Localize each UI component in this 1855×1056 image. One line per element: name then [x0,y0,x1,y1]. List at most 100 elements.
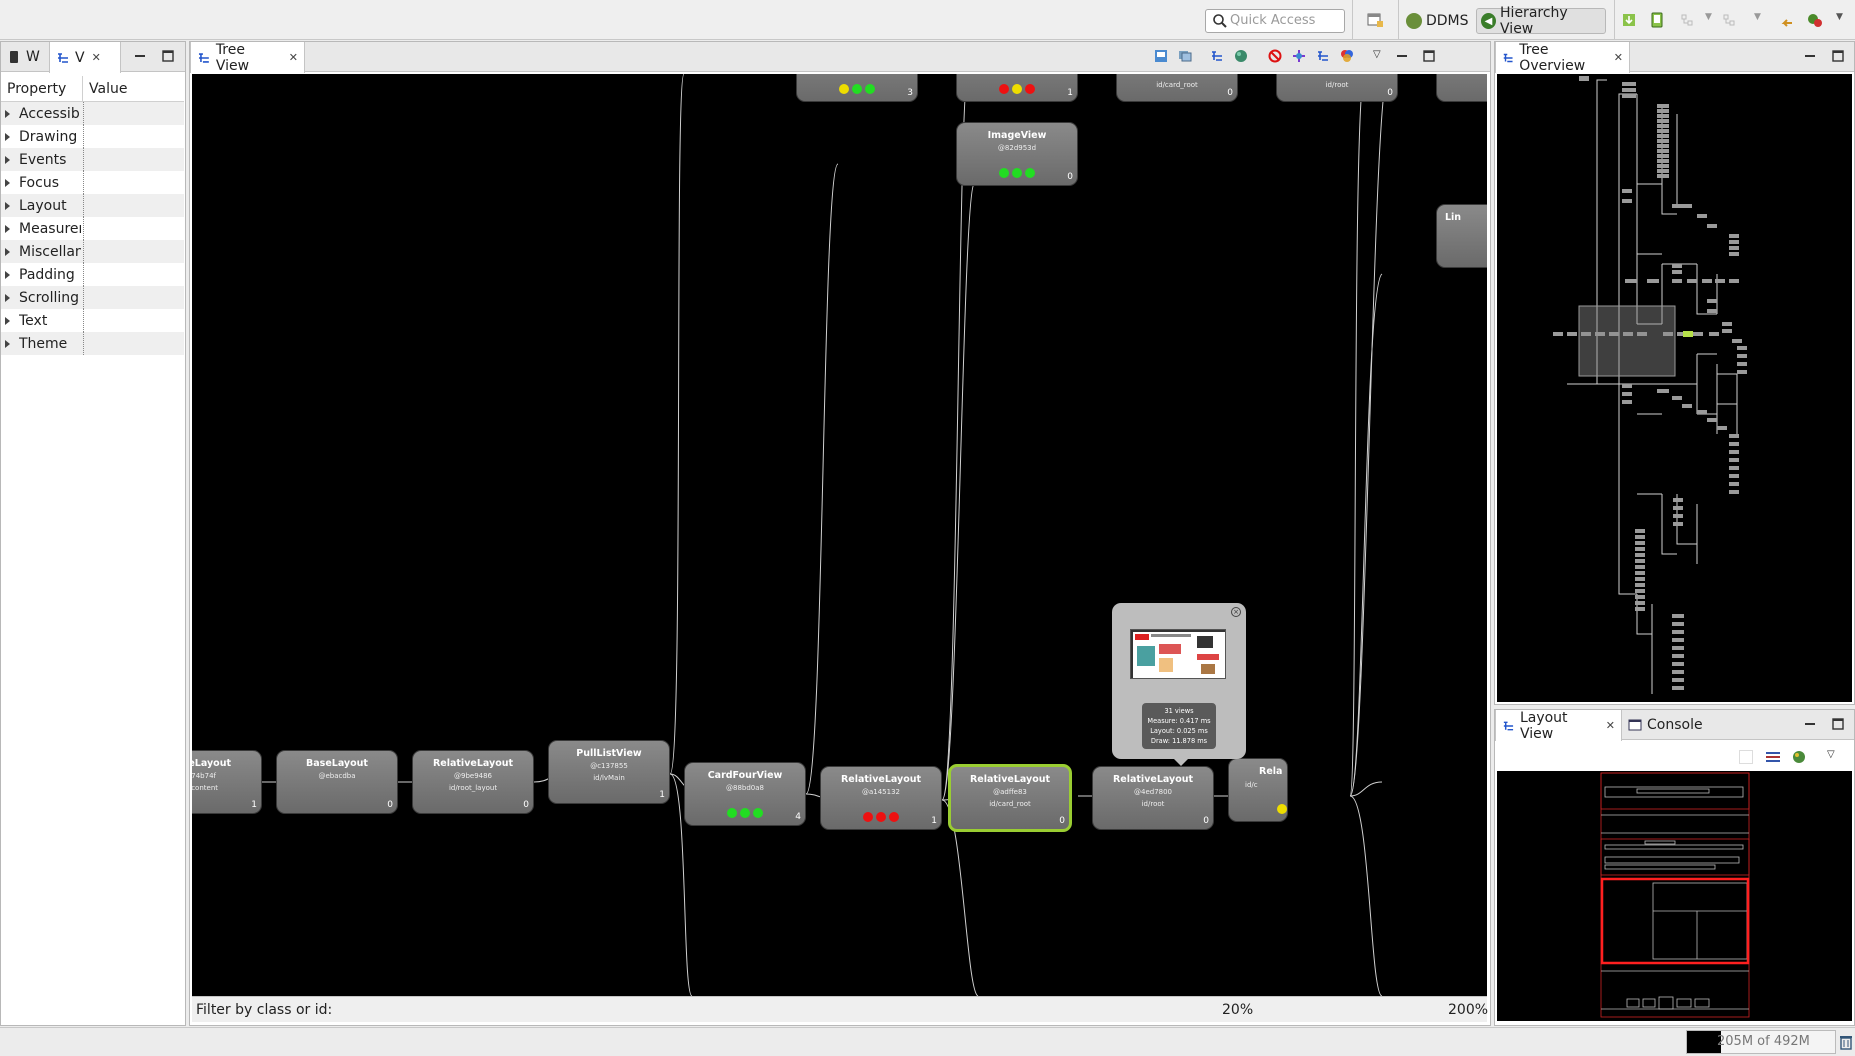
tree-node-partial[interactable]: id/root 0 [1276,74,1398,102]
tree-node-partial[interactable]: id/card_root 0 [1116,74,1238,102]
property-group-row[interactable]: Theme [1,332,184,355]
close-icon[interactable]: ✕ [1606,719,1615,732]
white-background-icon[interactable] [1739,750,1753,764]
tree-icon[interactable] [1210,49,1224,63]
node-child-count: 0 [1227,88,1233,98]
tree-node-relativelayout[interactable]: RelativeLayout @4ed7800 id/root 0 [1092,766,1214,830]
close-icon[interactable]: ✕ [289,51,298,64]
property-column-header[interactable]: Property [1,76,83,101]
perspective-ddms[interactable]: DDMS [1402,8,1475,34]
chevron-down-icon[interactable]: ▼ [1836,12,1843,22]
layout-view-canvas[interactable] [1497,771,1852,1021]
maximize-icon[interactable] [1831,49,1845,63]
expand-icon[interactable] [5,155,10,164]
close-icon[interactable]: ✕ [1614,51,1623,64]
chevron-down-icon[interactable]: ▼ [1705,12,1712,22]
expand-icon[interactable] [5,201,10,210]
tree-action-2-icon[interactable] [1720,11,1738,29]
tab-tree-overview[interactable]: Tree Overview ✕ [1495,42,1630,74]
tree-node-selected[interactable]: RelativeLayout @adffe83 id/card_root 0 [948,764,1072,832]
tree-view-canvas[interactable]: 3 1 id/card_root 0 id/root 0 ImageView @… [192,74,1487,996]
property-group-row[interactable]: Accessibi [1,102,184,125]
minimize-icon[interactable] [1803,717,1817,731]
filter-input[interactable] [324,999,1204,1019]
value-column-header[interactable]: Value [83,76,133,101]
download-icon[interactable] [1620,11,1638,29]
tree-node-pulllistview[interactable]: PullListView @c137855 id/lvMain 1 [548,740,670,804]
property-group-row[interactable]: Miscellan [1,240,184,263]
globe-icon[interactable] [1234,49,1248,63]
tree-node-partial[interactable]: Rela id/c [1228,758,1288,822]
expand-icon[interactable] [5,247,10,256]
trash-icon[interactable] [1838,1034,1854,1050]
property-group-row[interactable]: Scrolling [1,286,184,309]
zoom-slider[interactable] [1262,1008,1438,1011]
node-address: @9be9486 [453,772,493,780]
quick-access-input[interactable]: Quick Access [1205,9,1345,33]
maximize-icon[interactable] [1422,49,1436,63]
perspective-hierarchy-view[interactable]: ◀ Hierarchy View [1476,5,1606,37]
profile-icon[interactable] [1340,49,1354,63]
close-icon[interactable]: ✕ [92,51,101,64]
property-group-row[interactable]: Events [1,148,184,171]
close-icon[interactable]: × [1231,607,1241,617]
expand-icon[interactable] [5,293,10,302]
tab-console[interactable]: Console [1622,710,1712,740]
tree-node-relativelayout[interactable]: RelativeLayout @a145132 1 [820,766,942,830]
expand-icon[interactable] [5,224,10,233]
expand-icon[interactable] [5,178,10,187]
heap-status[interactable]: 205M of 492M [1686,1030,1836,1054]
save-image-icon[interactable] [1154,49,1168,63]
tree-node-partial[interactable]: 3 [796,74,918,102]
minimize-icon[interactable] [1803,49,1817,63]
chevron-down-icon[interactable]: ▼ [1754,12,1761,22]
tab-view-properties[interactable]: V ✕ [49,42,121,73]
performance-indicators [685,808,805,818]
forward-icon[interactable] [1806,11,1824,29]
view-menu-icon[interactable]: ▽ [1827,749,1835,760]
tree-node-partial[interactable]: 1 [956,74,1078,102]
minimize-icon[interactable] [133,49,147,63]
tree-node-imageview[interactable]: ImageView @82d953d 0 [956,122,1078,186]
maximize-icon[interactable] [1831,717,1845,731]
property-group-row[interactable]: Padding [1,263,184,286]
expand-icon[interactable] [5,339,10,348]
tab-windows[interactable]: W [1,42,49,72]
tree-node-cardfourview[interactable]: CardFourView @88bd0a8 4 [684,762,806,826]
capture-layers-icon[interactable] [1178,49,1192,63]
property-group-row[interactable]: Drawing [1,125,184,148]
properties-panel: W V ✕ Property Value Accessibi Drawing Eve… [0,41,186,1026]
invalidate-icon[interactable] [1292,49,1306,63]
expand-icon[interactable] [5,132,10,141]
tree-node-framelayout[interactable]: rameLayout @574b74f id/content 1 [192,750,262,814]
tree-node-relativelayout[interactable]: RelativeLayout @9be9486 id/root_layout 0 [412,750,534,814]
tree-node-partial[interactable] [1436,74,1487,102]
view-menu-icon[interactable]: ▽ [1373,49,1381,60]
tab-tree-view[interactable]: Tree View ✕ [190,42,305,74]
tree-action-icon[interactable] [1678,11,1696,29]
filter-bar: Filter by class or id: 20% 200% [192,996,1488,1022]
property-group-row[interactable]: Layout [1,194,184,217]
tree-node-baselayout[interactable]: BaseLayout @ebacdba 0 [276,750,398,814]
show-extras-icon[interactable] [1765,749,1781,765]
viewport-rectangle[interactable] [1578,305,1676,377]
expand-icon[interactable] [5,109,10,118]
property-group-row[interactable]: Text [1,309,184,332]
tree-node-partial[interactable]: Lin [1436,204,1487,268]
open-perspective-icon[interactable] [1366,11,1384,29]
device-icon[interactable] [1648,11,1666,29]
expand-icon[interactable] [5,270,10,279]
load-overlay-icon[interactable] [1791,749,1807,765]
maximize-icon[interactable] [161,49,175,63]
filter-label: Filter by class or id: [196,1002,333,1018]
tree-overview-canvas[interactable] [1497,74,1852,702]
property-group-row[interactable]: Measuren [1,217,184,240]
minimize-icon[interactable] [1395,49,1409,63]
stop-icon[interactable] [1268,49,1282,63]
property-group-row[interactable]: Focus [1,171,184,194]
back-icon[interactable] [1778,11,1796,29]
expand-icon[interactable] [5,316,10,325]
column-divider [83,309,84,332]
tab-layout-view[interactable]: Layout View ✕ [1495,710,1622,742]
request-layout-icon[interactable] [1316,49,1330,63]
